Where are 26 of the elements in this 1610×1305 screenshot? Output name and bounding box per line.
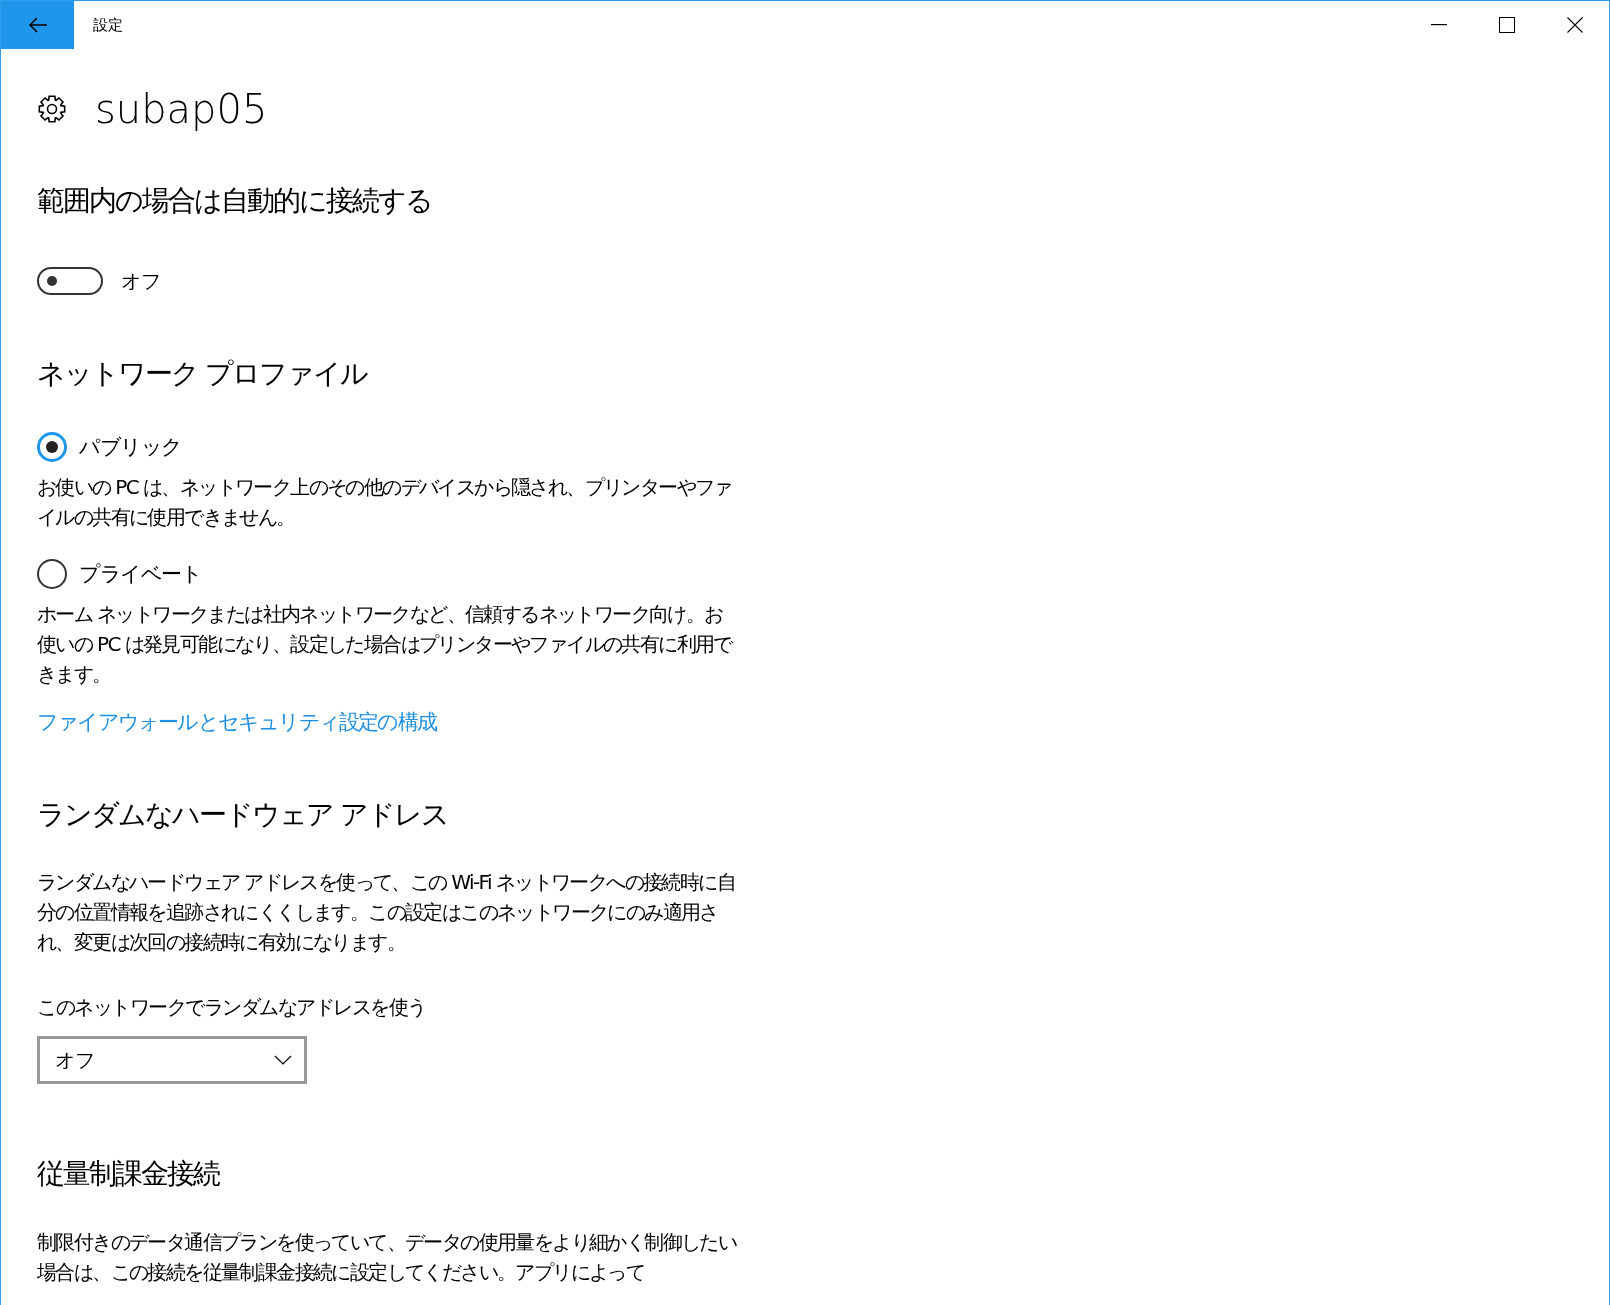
radio-label: パブリック [79,434,182,461]
chevron-down-icon [274,1055,292,1065]
section-description: 制限付きのデータ通信プランを使っていて、データの使用量をより細かく制御したい場合は、この接続を従量制課金接続に設定してください。アプリによって [37,1229,737,1286]
option-description: ホーム ネットワークまたは社内ネットワークなど、信頼するネットワーク向け。お使いの PC は発見可能になり、設定した場合はプリンターやファイルの共有に利用できます。 [37,601,734,688]
toggle-switch[interactable] [37,267,103,295]
option-description: お使いの PC は、ネットワーク上のその他のデバイスから隠され、プリンターやファイルの共有に使用できません。 [37,474,733,531]
firewall-settings-link[interactable]: ファイアウォールとセキュリティ設定の構成 [37,707,436,737]
settings-icon [37,94,67,124]
page-title: subap05 [95,86,268,132]
back-arrow-icon [27,17,48,33]
radio-button[interactable] [37,559,67,589]
close-icon [1567,17,1583,33]
section-description: ランダムなハードウェア アドレスを使って、この Wi-Fi ネットワークへの接続時に自分の位置情報を追跡されにくくします。この設定はこのネットワークにのみ適用され、変更は次回の接続時に有効になります。 [37,869,736,956]
maximize-icon [1499,17,1515,33]
radio-button[interactable] [37,432,67,462]
field-label: このネットワークでランダムなアドレスを使う [37,994,427,1021]
window-title: 設定 [93,15,123,35]
section-heading: ネットワーク プロファイル [37,356,369,392]
toggle-state-label: オフ [121,267,161,295]
section-heading: 従量制課金接続 [37,1156,221,1192]
section-heading: 範囲内の場合は自動的に接続する [37,183,433,219]
section-heading: ランダムなハードウェア アドレス [37,797,449,833]
back-button[interactable] [1,1,74,49]
dropdown[interactable]: オフ [37,1036,307,1084]
minimize-icon [1431,24,1447,26]
radio-label: プライベート [79,561,201,588]
